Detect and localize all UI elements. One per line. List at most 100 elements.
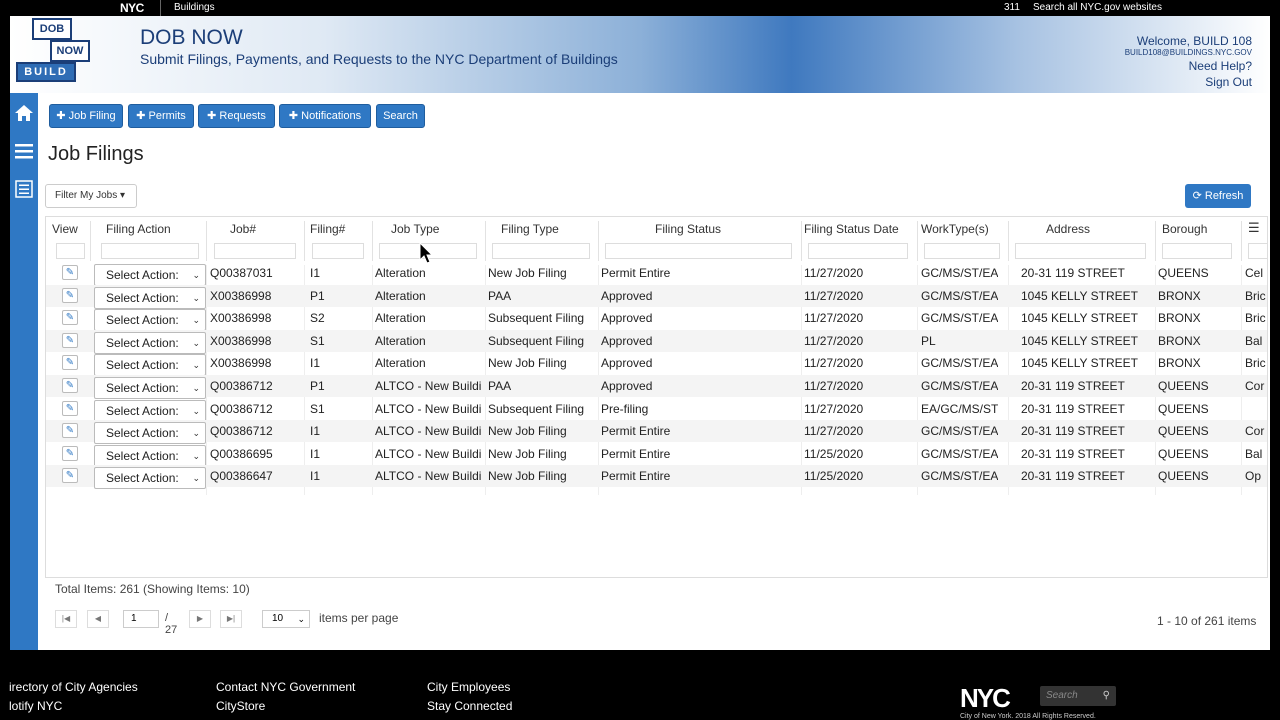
column-header-worktypes[interactable]: WorkType(s) (921, 222, 989, 236)
filter-borough-input[interactable] (1162, 243, 1232, 259)
view-edit-icon[interactable]: ✎ (62, 423, 78, 439)
column-header-address[interactable]: Address (1046, 222, 1090, 236)
column-menu-icon[interactable]: ☰ (1248, 220, 1262, 236)
sign-out-link[interactable]: Sign Out (1125, 75, 1252, 89)
filing-action-select[interactable]: Select Action: ⌄ (94, 286, 206, 309)
filter-my-jobs-dropdown[interactable]: Filter My Jobs ▾ (45, 184, 137, 208)
filing-action-select[interactable]: Select Action: ⌄ (94, 399, 206, 422)
table-row[interactable]: ✎ Select Action: ⌄ X00386998 S1 Alteration Sub… (46, 329, 1267, 354)
borough-cell: BRONX (1158, 356, 1201, 371)
filing-action-select[interactable]: Select Action: ⌄ (94, 309, 206, 332)
table-row[interactable]: ✎ Select Action: ⌄ X00386998 S2 Alteration Sub… (46, 307, 1267, 332)
requests-button[interactable]: ✚ Requests (198, 104, 275, 128)
table-row[interactable]: ✎ Select Action: ⌄ X00386998 P1 Alteration PAA… (46, 284, 1267, 309)
footer-link-contact[interactable]: Contact NYC Government (216, 680, 355, 694)
home-icon[interactable] (14, 103, 34, 123)
footer-link-citystore[interactable]: CityStore (216, 699, 265, 713)
filing-action-select[interactable]: Select Action: ⌄ (94, 264, 206, 286)
table-row[interactable]: ✎ Select Action: ⌄ Q00386695 I1 ALTCO - New B… (46, 443, 1267, 467)
column-header-filing-status-date[interactable]: Filing Status Date (804, 222, 899, 236)
column-header-job-type[interactable]: Job Type (391, 222, 439, 236)
next-page-button[interactable]: ▶ (189, 610, 211, 628)
sidebar (10, 93, 38, 650)
view-edit-icon[interactable]: ✎ (62, 265, 78, 280)
extra-cell: Op (1245, 469, 1262, 484)
view-edit-icon[interactable]: ✎ (62, 310, 78, 326)
filter-job-number-input[interactable] (214, 243, 296, 259)
view-edit-icon[interactable]: ✎ (62, 378, 78, 393)
filing-action-select[interactable]: Select Action: ⌄ (94, 354, 206, 377)
column-header-filing-type[interactable]: Filing Type (501, 222, 559, 236)
filing-type-cell: New Job Filing (488, 356, 567, 371)
hamburger-menu-icon[interactable] (14, 141, 34, 161)
address-cell: 20-31 119 STREET (1021, 379, 1125, 393)
list-icon[interactable] (14, 179, 34, 199)
nyc-logo[interactable]: NYC (120, 1, 144, 15)
refresh-button[interactable]: ⟳ Refresh (1185, 184, 1251, 208)
filter-address-input[interactable] (1015, 243, 1146, 259)
footer-link-stay-connected[interactable]: Stay Connected (427, 699, 512, 713)
filter-view-input[interactable] (56, 243, 85, 259)
chevron-down-icon: ⌄ (192, 405, 200, 416)
footer-link-directory[interactable]: irectory of City Agencies (9, 680, 138, 694)
column-header-filing-action[interactable]: Filing Action (106, 222, 171, 236)
footer-search-input[interactable]: Search ⚲ (1040, 686, 1116, 706)
column-header-view[interactable]: View (52, 222, 78, 236)
filter-filing-number-input[interactable] (312, 243, 364, 259)
page-number-input[interactable]: 1 (123, 610, 159, 628)
filing-action-select[interactable]: Select Action: ⌄ (94, 467, 206, 490)
view-edit-icon[interactable]: ✎ (62, 445, 78, 461)
search-all-link[interactable]: Search all NYC.gov websites (1033, 2, 1162, 13)
view-edit-icon[interactable]: ✎ (62, 400, 78, 416)
permits-label: Permits (148, 110, 186, 122)
table-row[interactable]: ✎ Select Action: ⌄ Q00386647 I1 ALTCO - New B… (46, 465, 1267, 490)
filter-extra-input[interactable] (1248, 243, 1267, 259)
table-row[interactable]: ✎ Select Action: ⌄ Q00386712 S1 ALTCO - New B… (46, 398, 1267, 422)
filter-filing-action-input[interactable] (101, 243, 199, 259)
view-edit-icon[interactable]: ✎ (62, 332, 78, 348)
job-number-cell: Q00386712 (210, 401, 273, 416)
table-row[interactable]: ✎ Select Action: ⌄ Q00386712 P1 ALTCO - New B… (46, 375, 1267, 399)
311-link[interactable]: 311 (1004, 2, 1020, 13)
filing-action-value: Select Action: (106, 426, 179, 441)
job-filing-button[interactable]: ✚ Job Filing (49, 104, 123, 128)
table-row[interactable]: ✎ Select Action: ⌄ Q00387031 I1 Alteration New… (46, 262, 1267, 286)
items-per-page-select[interactable]: 10 ⌄ (262, 610, 310, 628)
dob-now-build-logo[interactable]: DOB NOW BUILD (16, 18, 90, 84)
filter-filing-status-input[interactable] (605, 243, 792, 259)
view-edit-icon[interactable]: ✎ (62, 287, 78, 303)
filing-action-select[interactable]: Select Action: ⌄ (94, 444, 206, 467)
column-header-filing-status[interactable]: Filing Status (655, 222, 721, 236)
view-edit-icon[interactable]: ✎ (62, 468, 78, 484)
filing-action-select[interactable]: Select Action: ⌄ (94, 377, 206, 399)
filing-action-select[interactable]: Select Action: ⌄ (94, 422, 206, 445)
divider (917, 221, 918, 261)
column-header-borough[interactable]: Borough (1162, 222, 1207, 236)
filing-action-value: Select Action: (106, 381, 179, 395)
prev-page-button[interactable]: ◀ (87, 610, 109, 628)
search-icon[interactable]: ⚲ (1103, 686, 1110, 706)
chevron-down-icon: ⌄ (192, 450, 200, 461)
first-page-button[interactable]: |◀ (55, 610, 77, 628)
nyc-footer-logo[interactable]: NYC (960, 683, 1011, 714)
agency-link[interactable]: Buildings (174, 2, 215, 13)
column-header-job-number[interactable]: Job# (230, 222, 256, 236)
filter-worktypes-input[interactable] (924, 243, 1000, 259)
permits-button[interactable]: ✚ Permits (128, 104, 194, 128)
search-button[interactable]: Search (376, 104, 425, 128)
need-help-link[interactable]: Need Help? (1125, 59, 1252, 73)
app-subtitle: Submit Filings, Payments, and Requests t… (140, 51, 618, 67)
job-type-cell: ALTCO - New Buildi (375, 469, 482, 484)
notifications-button[interactable]: ✚ Notifications (279, 104, 371, 128)
app-window: DOB NOW BUILD DOB NOW Submit Filings, Pa… (10, 16, 1270, 650)
footer-link-employees[interactable]: City Employees (427, 680, 510, 694)
filing-action-select[interactable]: Select Action: ⌄ (94, 331, 206, 354)
filter-filing-type-input[interactable] (492, 243, 590, 259)
table-row[interactable]: ✎ Select Action: ⌄ Q00386712 I1 ALTCO - New B… (46, 420, 1267, 445)
column-header-filing-number[interactable]: Filing# (310, 222, 345, 236)
view-edit-icon[interactable]: ✎ (62, 355, 78, 371)
footer-link-notify[interactable]: lotify NYC (9, 699, 62, 713)
last-page-button[interactable]: ▶| (220, 610, 242, 628)
filter-filing-status-date-input[interactable] (808, 243, 908, 259)
table-row[interactable]: ✎ Select Action: ⌄ X00386998 I1 Alteration New… (46, 352, 1267, 377)
